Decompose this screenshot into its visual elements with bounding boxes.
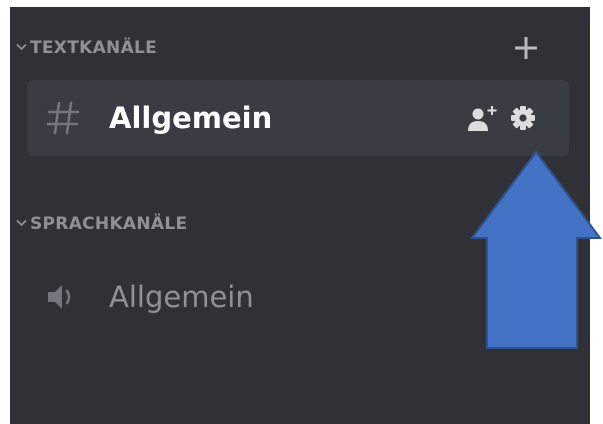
category-label: TEXTKANÄLE	[30, 38, 158, 58]
invite-member-icon[interactable]	[467, 104, 499, 134]
gear-icon[interactable]	[509, 104, 537, 132]
speaker-icon	[48, 285, 71, 309]
channel-item-allgemein-text[interactable]: Allgemein	[27, 80, 569, 156]
channel-sidebar: TEXTKANÄLE Allgemein SPRACHKANÄLE Allgem…	[10, 7, 590, 424]
plus-icon[interactable]	[512, 34, 540, 62]
channel-item-allgemein-voice[interactable]: Allgemein	[27, 259, 569, 335]
hash-icon	[46, 101, 80, 135]
channel-name: Allgemein	[109, 280, 254, 314]
category-header-textkanaele[interactable]: TEXTKANÄLE	[10, 34, 590, 62]
category-label: SPRACHKANÄLE	[30, 214, 188, 234]
chevron-down-icon	[16, 43, 27, 51]
category-header-sprachkanaele[interactable]: SPRACHKANÄLE	[10, 210, 590, 238]
chevron-down-icon	[16, 219, 27, 227]
channel-name: Allgemein	[109, 101, 273, 135]
